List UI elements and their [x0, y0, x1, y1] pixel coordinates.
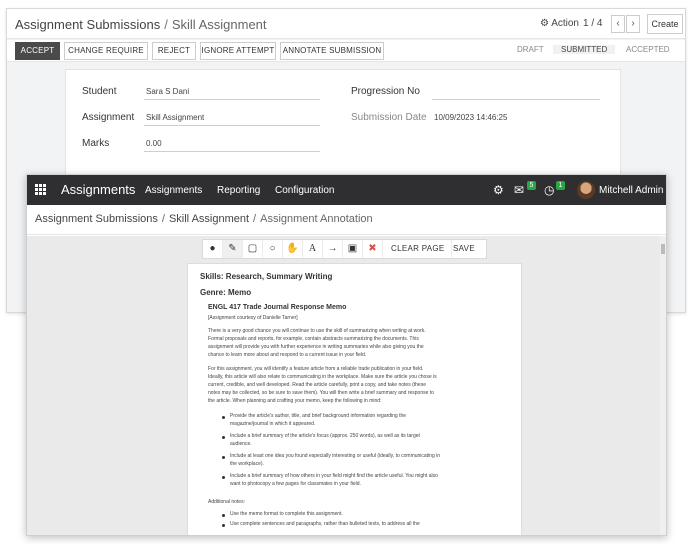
save-button[interactable]: SAVE: [447, 240, 481, 258]
student-label: Student: [82, 86, 117, 97]
pencil-tool-icon[interactable]: ✎: [223, 240, 243, 258]
text-tool-icon[interactable]: A: [303, 240, 323, 258]
doc-bullet: Include a brief summary of the article's…: [230, 433, 420, 447]
breadcrumb-separator: /: [253, 213, 257, 225]
menu-reporting[interactable]: Reporting: [217, 185, 260, 196]
doc-title: ENGL 417 Trade Journal Response Memo: [208, 304, 347, 311]
chat-icon[interactable]: ✉: [514, 183, 524, 197]
doc-courtesy: [Assignment courtesy of Danielle Tarner]: [208, 315, 298, 321]
breadcrumb-separator: /: [161, 213, 165, 225]
annotation-toolbar: ● ✎ ▢ ○ ✋ A → ▣ ✖ CLEAR PAGE SAVE: [202, 239, 487, 259]
annotation-breadcrumb-bar: Assignment Submissions / Skill Assignment /…: [27, 205, 666, 235]
reject-button[interactable]: REJECT: [152, 42, 196, 60]
clear-page-button[interactable]: CLEAR PAGE: [385, 240, 452, 258]
activity-clock-icon[interactable]: ◷: [544, 183, 554, 197]
doc-note: Use the memo format to complete this ass…: [230, 511, 343, 517]
statusbar: ACCEPT CHANGE REQUIRE REJECT IGNORE ATTE…: [7, 40, 685, 62]
breadcrumb-parent[interactable]: Assignment Submissions: [15, 17, 160, 32]
circle-tool-icon[interactable]: ○: [263, 240, 283, 258]
chat-badge: 5: [527, 181, 536, 190]
annotation-window: Assignments Assignments Reporting Config…: [26, 174, 667, 536]
chevron-right-icon: ›: [631, 18, 635, 29]
image-tool-icon[interactable]: ▣: [343, 240, 363, 258]
chevron-left-icon: ‹: [616, 18, 620, 29]
gear-icon: ⚙: [540, 18, 549, 29]
action-label: Action: [551, 18, 579, 29]
scrollbar-thumb[interactable]: [661, 244, 665, 254]
accept-button[interactable]: ACCEPT: [15, 42, 60, 60]
breadcrumb-current: Assignment Annotation: [260, 213, 373, 225]
breadcrumb-item-skill[interactable]: Skill Assignment: [169, 213, 249, 225]
stage-draft[interactable]: DRAFT: [517, 45, 544, 54]
rectangle-tool-icon[interactable]: ▢: [243, 240, 263, 258]
doc-genre: Genre: Memo: [200, 288, 252, 297]
debug-icon[interactable]: ⚙: [493, 183, 504, 197]
top-navbar: Assignments Assignments Reporting Config…: [27, 175, 666, 205]
apps-grid-icon[interactable]: [35, 184, 47, 196]
assignment-field[interactable]: Skill Assignment: [144, 112, 320, 126]
submission-date-label: Submission Date: [351, 112, 427, 123]
ignore-attempt-button[interactable]: IGNORE ATTEMPT: [200, 42, 276, 60]
doc-paragraph-2: For this assignment, you will identify a…: [208, 366, 437, 404]
annotation-viewer: ● ✎ ▢ ○ ✋ A → ▣ ✖ CLEAR PAGE SAVE Skills…: [27, 236, 666, 535]
submission-date-value: 10/09/2023 14:46:25: [434, 113, 508, 122]
dot-tool-icon[interactable]: ●: [203, 240, 223, 258]
doc-bullet: Include at least one idea you found espe…: [230, 453, 441, 467]
arrow-tool-icon[interactable]: →: [323, 240, 343, 258]
action-menu[interactable]: ⚙ Action: [540, 18, 579, 29]
assignment-label: Assignment: [82, 112, 135, 123]
doc-skills: Skills: Research, Summary Writing: [200, 272, 333, 281]
doc-bullet: Include a brief summary of how others in…: [230, 473, 438, 487]
doc-note: Use complete sentences and paragraphs, r…: [230, 521, 420, 527]
change-require-button[interactable]: CHANGE REQUIRE: [64, 42, 148, 60]
pager-value: 1 / 4: [583, 18, 603, 29]
breadcrumb-item-submissions[interactable]: Assignment Submissions: [35, 213, 158, 225]
menu-assignments[interactable]: Assignments: [145, 185, 202, 196]
stage-accepted[interactable]: ACCEPTED: [626, 45, 670, 54]
doc-notes-label: Additional notes:: [208, 499, 245, 505]
breadcrumb: Assignment Submissions / Skill Assignment: [15, 17, 267, 32]
activity-badge: 1: [556, 181, 565, 190]
menu-configuration[interactable]: Configuration: [275, 185, 334, 196]
document-page[interactable]: Skills: Research, Summary Writing Genre:…: [187, 263, 522, 535]
pager-previous-button[interactable]: ‹: [611, 15, 625, 33]
progression-label: Progression No: [351, 86, 420, 97]
create-button[interactable]: Create: [647, 14, 683, 34]
user-name[interactable]: Mitchell Admin: [599, 185, 663, 196]
marks-label: Marks: [82, 138, 110, 149]
doc-bullet: Provide the article's author, title, and…: [230, 413, 407, 427]
progression-field[interactable]: [432, 86, 600, 100]
student-field[interactable]: Sara S Dani: [144, 86, 320, 100]
marks-field[interactable]: 0.00: [144, 138, 320, 152]
avatar[interactable]: [577, 181, 595, 199]
breadcrumb-current: Skill Assignment: [171, 17, 267, 32]
breadcrumb-separator: /: [164, 17, 168, 32]
vertical-scrollbar[interactable]: [660, 236, 666, 535]
annotate-submission-button[interactable]: ANNOTATE SUBMISSION: [280, 42, 384, 60]
pager-next-button[interactable]: ›: [626, 15, 640, 33]
breadcrumb: Assignment Submissions / Skill Assignment /…: [35, 213, 373, 225]
delete-icon[interactable]: ✖: [363, 240, 383, 258]
hand-tool-icon[interactable]: ✋: [283, 240, 303, 258]
app-brand[interactable]: Assignments: [61, 182, 135, 197]
control-panel: Assignment Submissions / Skill Assignment …: [7, 9, 685, 39]
doc-paragraph-1: There is a very good chance you will con…: [208, 328, 426, 358]
stage-submitted[interactable]: SUBMITTED: [553, 45, 616, 54]
